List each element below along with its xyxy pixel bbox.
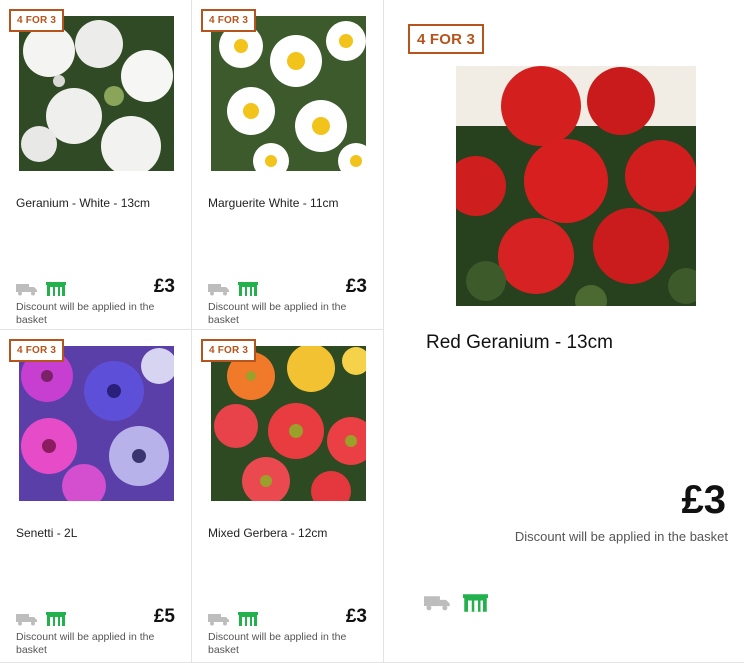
product-name[interactable]: Red Geranium - 13cm bbox=[426, 332, 613, 354]
product-card-geranium-white[interactable]: 4 FOR 3 Geranium - White - 13cm £3 Disco… bbox=[0, 0, 192, 330]
featured-product-card-red-geranium[interactable]: 4 FOR 3 Red Geranium - 13cm £3 Discount … bbox=[384, 0, 744, 663]
product-card-marguerite-white[interactable]: 4 FOR 3 Marguerite White - 11cm £3 Disco… bbox=[192, 0, 384, 330]
fulfilment-icons bbox=[208, 612, 258, 626]
product-image[interactable] bbox=[456, 66, 696, 306]
store-collect-icon bbox=[46, 612, 66, 626]
product-price: £3 bbox=[345, 276, 367, 297]
store-collect-icon bbox=[238, 612, 258, 626]
store-collect-icon bbox=[46, 282, 66, 296]
product-grid: 4 FOR 3 Geranium - White - 13cm £3 Disco… bbox=[0, 0, 744, 663]
store-collect-icon bbox=[238, 282, 258, 296]
product-image[interactable] bbox=[19, 16, 174, 171]
fulfilment-icons bbox=[208, 282, 258, 296]
offer-badge: 4 FOR 3 bbox=[9, 339, 65, 362]
product-image[interactable] bbox=[211, 346, 366, 501]
delivery-truck-icon bbox=[16, 283, 38, 296]
fulfilment-icons bbox=[16, 612, 66, 626]
delivery-truck-icon bbox=[16, 613, 38, 626]
offer-badge: 4 FOR 3 bbox=[408, 24, 485, 54]
product-name[interactable]: Marguerite White - 11cm bbox=[208, 196, 338, 210]
product-image[interactable] bbox=[19, 346, 174, 501]
fulfilment-icons bbox=[424, 594, 488, 612]
discount-note: Discount will be applied in the basket bbox=[16, 301, 155, 326]
discount-note: Discount will be applied in the basket bbox=[208, 301, 347, 326]
product-card-senetti[interactable]: 4 FOR 3 Senetti - 2L £5 Discount will be… bbox=[0, 330, 192, 663]
product-image[interactable] bbox=[211, 16, 366, 171]
product-card-mixed-gerbera[interactable]: 4 FOR 3 Mixed Gerbera - 12cm £3 Discount… bbox=[192, 330, 384, 663]
product-name[interactable]: Geranium - White - 13cm bbox=[16, 196, 150, 210]
product-name[interactable]: Senetti - 2L bbox=[16, 526, 77, 540]
product-price: £3 bbox=[345, 606, 367, 627]
product-price: £3 bbox=[681, 478, 727, 522]
discount-note: Discount will be applied in the basket bbox=[514, 529, 728, 544]
store-collect-icon bbox=[463, 594, 488, 612]
offer-badge: 4 FOR 3 bbox=[201, 9, 257, 32]
offer-badge: 4 FOR 3 bbox=[201, 339, 257, 362]
discount-note: Discount will be applied in the basket bbox=[16, 631, 155, 656]
fulfilment-icons bbox=[16, 282, 66, 296]
discount-note: Discount will be applied in the basket bbox=[208, 631, 347, 656]
delivery-truck-icon bbox=[424, 595, 451, 611]
product-price: £5 bbox=[153, 606, 175, 627]
product-price: £3 bbox=[153, 276, 175, 297]
offer-badge: 4 FOR 3 bbox=[9, 9, 65, 32]
product-name[interactable]: Mixed Gerbera - 12cm bbox=[208, 526, 327, 540]
delivery-truck-icon bbox=[208, 283, 230, 296]
delivery-truck-icon bbox=[208, 613, 230, 626]
